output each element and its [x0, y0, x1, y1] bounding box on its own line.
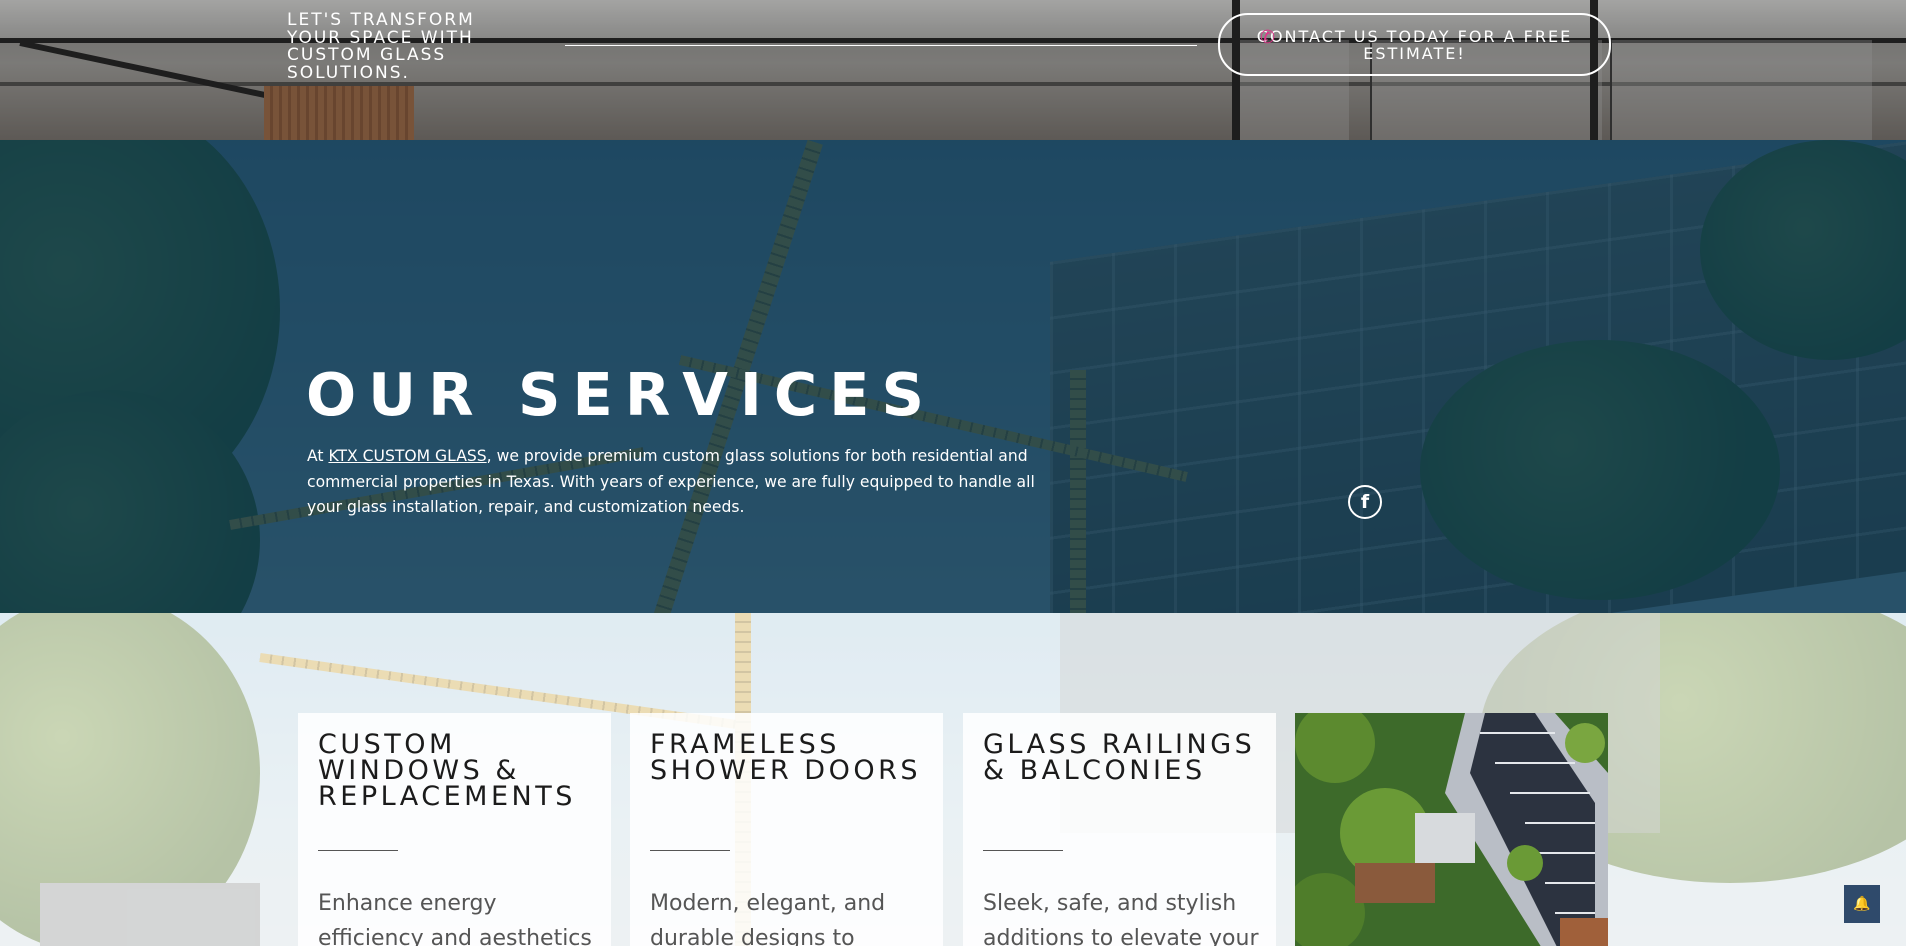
services-grid-section: CUSTOM WINDOWS & REPLACEMENTS Enhance en… [0, 613, 1906, 946]
top-band-overlay [0, 0, 1906, 140]
hero-overlay [0, 140, 1906, 613]
service-card-description: Enhance energy efficiency and aesthetics… [318, 891, 592, 946]
service-card-description: Sleek, safe, and stylish additions to el… [983, 891, 1259, 946]
service-card-title: FRAMELESS SHOWER DOORS [650, 729, 921, 786]
lower-overlay [0, 613, 1906, 946]
facebook-glyph: f [1360, 491, 1370, 513]
services-hero: OUR SERVICES At KTX CUSTOM GLASS, we pro… [0, 140, 1906, 613]
building-photo-art [1295, 713, 1608, 946]
building-photo [1295, 713, 1608, 946]
chat-glyph: 🔔 [1853, 896, 1871, 912]
service-card[interactable]: GLASS RAILINGS & BALCONIES Sleek, safe, … [963, 713, 1276, 946]
top-cta-band: LET'S TRANSFORM YOUR SPACE WITH CUSTOM G… [0, 0, 1906, 140]
facebook-icon[interactable]: f [1348, 485, 1382, 519]
service-card-rule [318, 850, 398, 851]
contact-estimate-label: CONTACT US TODAY FOR A FREE ESTIMATE! [1256, 26, 1573, 63]
service-card-title: GLASS RAILINGS & BALCONIES [983, 729, 1256, 786]
service-card-description: Modern, elegant, and durable designs to [650, 891, 886, 946]
service-card[interactable]: FRAMELESS SHOWER DOORS Modern, elegant, … [630, 713, 943, 946]
service-card-rule [983, 850, 1063, 851]
service-card-title: CUSTOM WINDOWS & REPLACEMENTS [318, 729, 576, 812]
tagline: LET'S TRANSFORM YOUR SPACE WITH CUSTOM G… [287, 10, 475, 83]
contact-estimate-button[interactable]: ✆ CONTACT US TODAY FOR A FREE ESTIMATE! [1218, 13, 1611, 76]
company-link[interactable]: KTX CUSTOM GLASS [328, 447, 486, 465]
divider-line [565, 45, 1197, 46]
services-intro: At KTX CUSTOM GLASS, we provide premium … [307, 444, 1047, 521]
service-card[interactable]: CUSTOM WINDOWS & REPLACEMENTS Enhance en… [298, 713, 611, 946]
service-card-rule [650, 850, 730, 851]
phone-icon: ✆ [1260, 27, 1278, 48]
bell-icon[interactable]: 🔔 [1844, 885, 1880, 923]
page-title: OUR SERVICES [306, 360, 936, 429]
intro-prefix: At [307, 447, 329, 465]
